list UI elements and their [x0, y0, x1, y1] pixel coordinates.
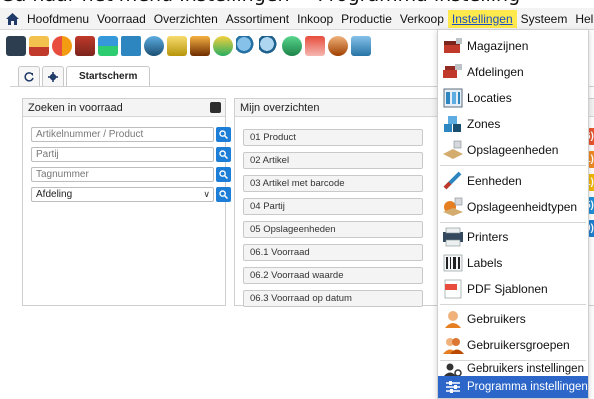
storage-type-icon [442, 197, 464, 217]
department-select[interactable]: Afdeling ∨ [31, 187, 214, 202]
gear-icon [48, 71, 58, 82]
printer-icon[interactable] [213, 36, 233, 56]
search-panel-title: Zoeken in voorraad [28, 102, 123, 114]
menu-hoofdmenu[interactable]: Hoofdmenu [23, 10, 93, 28]
menu-bar: Hoofdmenu Voorraad Overzichten Assortime… [0, 8, 594, 30]
overview-row[interactable]: 06.1 Voorraad [243, 244, 423, 261]
menu-help[interactable]: Help [571, 10, 594, 28]
search-panel: Zoeken in voorraad Artikelnummer / Produ… [22, 98, 231, 306]
menu-separator [440, 222, 586, 223]
warehouse-icon[interactable] [29, 36, 49, 56]
zoom-icon[interactable] [259, 36, 279, 56]
menu-separator [440, 304, 586, 305]
menu-verkoop[interactable]: Verkoop [396, 10, 448, 28]
expand-icon[interactable] [210, 102, 221, 113]
tab-settings[interactable] [42, 66, 64, 86]
menu-item-opslageenheden[interactable]: Opslageenheden [438, 138, 588, 162]
menu-assortiment[interactable]: Assortiment [222, 10, 293, 28]
department-select-value: Afdeling [36, 189, 73, 200]
locations-icon [442, 88, 464, 108]
instruction-caption: Ga naar het menu Instellingen > Programm… [0, 0, 594, 8]
departments-icon[interactable] [52, 36, 72, 56]
printer-icon [442, 227, 464, 247]
storage-unit-icon [442, 140, 464, 160]
storage-unit-icon[interactable] [167, 36, 187, 56]
menu-item-printers[interactable]: Printers [438, 225, 588, 249]
department-search-button[interactable] [216, 187, 231, 202]
chevron-down-icon: ∨ [203, 189, 210, 199]
menu-overzichten[interactable]: Overzichten [150, 10, 222, 28]
menu-inkoop[interactable]: Inkoop [293, 10, 337, 28]
search-icon [219, 150, 228, 159]
labels-icon [442, 253, 464, 273]
menu-productie[interactable]: Productie [337, 10, 396, 28]
overview-row[interactable]: 03 Artikel met barcode [243, 175, 423, 192]
home-icon[interactable] [6, 12, 19, 26]
storage-type-icon[interactable] [190, 36, 210, 56]
menu-item-gebruikers[interactable]: Gebruikers [438, 307, 588, 331]
departments-icon [442, 62, 464, 82]
tag-search-button[interactable] [216, 167, 231, 182]
menu-item-pdf-sjablonen[interactable]: PDF Sjablonen [438, 277, 588, 301]
storage-icon[interactable] [98, 36, 118, 56]
user-group-icon [442, 335, 464, 355]
units-icon [442, 171, 464, 191]
zones-icon [442, 114, 464, 134]
menu-item-programma-instellingen[interactable]: Programma instellingen [438, 376, 588, 398]
units-icon[interactable] [144, 36, 164, 56]
settings-icon[interactable] [351, 36, 371, 56]
menu-item-magazijnen[interactable]: Magazijnen [438, 34, 588, 58]
search-icon [219, 130, 228, 139]
menu-item-afdelingen[interactable]: Afdelingen [438, 60, 588, 84]
chart-icon[interactable] [282, 36, 302, 56]
tag-search-input[interactable]: Tagnummer [31, 167, 214, 182]
overview-row[interactable]: 02 Artikel [243, 152, 423, 169]
sliders-icon [442, 377, 464, 397]
locations-icon[interactable] [75, 36, 95, 56]
menu-instellingen[interactable]: Instellingen [447, 9, 517, 28]
tab-strip: Startscherm [18, 66, 151, 86]
user-icon [442, 309, 464, 329]
menu-item-labels[interactable]: Labels [438, 251, 588, 275]
refresh-icon [24, 71, 34, 82]
pdf-icon[interactable] [305, 36, 325, 56]
zones-icon[interactable] [121, 36, 141, 56]
search-panel-header: Zoeken in voorraad [23, 99, 225, 117]
menu-item-opslageenheidtypen[interactable]: Opslageenheidtypen [438, 195, 588, 219]
pdf-icon [442, 279, 464, 299]
batch-search-input[interactable]: Partij [31, 147, 214, 162]
overviews-panel-title: Mijn overzichten [240, 102, 320, 114]
instellingen-dropdown: Magazijnen Afdelingen Locaties Zones Ops… [437, 29, 589, 399]
search-icon[interactable] [236, 36, 256, 56]
menu-item-locaties[interactable]: Locaties [438, 86, 588, 110]
menu-systeem[interactable]: Systeem [517, 10, 572, 28]
warehouse-icon [442, 36, 464, 56]
tab-refresh[interactable] [18, 66, 40, 86]
dashboard-icon[interactable] [6, 36, 26, 56]
overview-row[interactable]: 01 Product [243, 129, 423, 146]
menu-item-gebruikersgroepen[interactable]: Gebruikersgroepen [438, 333, 588, 357]
user-icon[interactable] [328, 36, 348, 56]
menu-item-eenheden[interactable]: Eenheden [438, 169, 588, 193]
product-search-button[interactable] [216, 127, 231, 142]
batch-search-button[interactable] [216, 147, 231, 162]
search-icon [219, 170, 228, 179]
search-icon [219, 190, 228, 199]
menu-voorraad[interactable]: Voorraad [93, 10, 150, 28]
overview-row[interactable]: 06.3 Voorraad op datum [243, 290, 423, 307]
overview-row[interactable]: 05 Opslageenheden [243, 221, 423, 238]
product-search-input[interactable]: Artikelnummer / Product [31, 127, 214, 142]
overview-row[interactable]: 04 Partij [243, 198, 423, 215]
overview-row[interactable]: 06.2 Voorraad waarde [243, 267, 423, 284]
screen: Ga naar het menu Instellingen > Programm… [0, 0, 594, 399]
menu-item-zones[interactable]: Zones [438, 112, 588, 136]
tab-startscherm[interactable]: Startscherm [66, 66, 151, 86]
menu-separator [440, 165, 586, 166]
